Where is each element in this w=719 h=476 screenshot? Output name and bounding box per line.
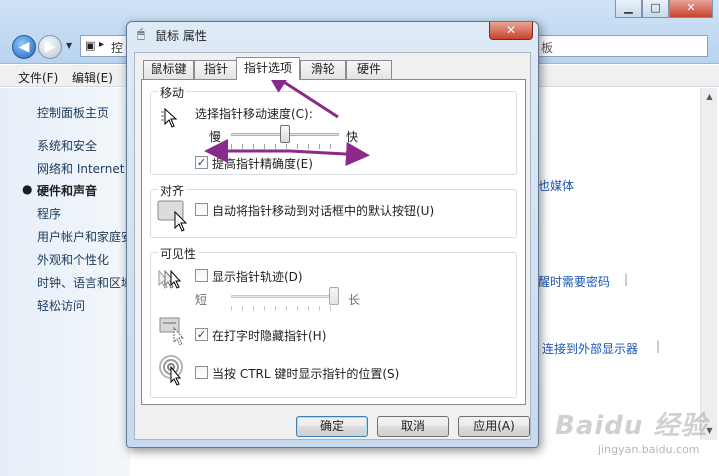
address-text: 控 [111,41,124,55]
pointer-options-panel: 移动 选择指针移动速度(C): 慢 快 ✓ 提高指针精确度(E) 对齐 自动将指… [141,79,526,405]
minimize-button[interactable]: ▁ [615,0,642,18]
search-input[interactable]: 板 [538,35,708,57]
speed-slider-thumb[interactable] [280,125,290,143]
speed-slow-label: 慢 [209,130,222,144]
tab-buttons[interactable]: 鼠标键 [143,60,194,79]
right-link-external-display[interactable]: 连接到外部显示器 [542,340,638,357]
menu-edit[interactable]: 编辑(E) [72,69,113,86]
mouse-icon: 🖱 [137,27,145,42]
dialog-body: 鼠标键 指针 指针选项 滑轮 硬件 移动 选择指针移动速度(C): 慢 快 ✓ … [134,52,531,440]
motion-group-label: 移动 [158,84,187,101]
snap-to-icon [157,200,188,232]
navigation-pane: 控制面板主页 系统和安全 网络和 Internet ● 硬件和声音 程序 用户帐… [0,88,133,476]
vertical-scrollbar[interactable]: ▲ ▼ [700,88,717,440]
pointer-trails-icon [158,269,182,289]
computer-icon: ▣ [85,39,96,52]
check-mark-icon: ✓ [196,156,207,169]
trail-slider-track[interactable] [231,295,339,298]
mouse-properties-dialog: 🖱 鼠标 属性 ✕ 鼠标键 指针 指针选项 滑轮 硬件 移动 选择指针移动速度(… [126,21,539,448]
breadcrumb-separator-icon: ▸ [99,39,105,50]
menu-file[interactable]: 文件(F) [18,69,58,86]
pointer-trails-checkbox[interactable] [195,269,208,282]
speed-label: 选择指针移动速度(C): [195,107,313,121]
speed-slider-ticks [231,144,341,149]
close-button[interactable]: ✕ [669,0,713,18]
arrow-left-icon: ◀ [18,39,30,55]
dialog-title: 鼠标 属性 [155,29,207,43]
trail-long-label: 长 [348,293,361,307]
hide-while-typing-label: 在打字时隐藏指针(H) [212,329,327,343]
nav-hardware-sound[interactable]: 硬件和声音 [37,182,97,199]
snap-to-group: 对齐 自动将指针移动到对话框中的默认按钮(U) [150,182,517,238]
nav-network-internet[interactable]: 网络和 Internet [37,160,124,177]
tab-pointers[interactable]: 指针 [194,60,238,79]
enhance-precision-checkbox[interactable]: ✓ [195,156,208,169]
trail-slider-ticks [231,306,341,311]
nav-appearance[interactable]: 外观和个性化 [37,251,109,268]
control-panel-home-link[interactable]: 控制面板主页 [37,104,109,121]
enhance-precision-label: 提高指针精确度(E) [212,157,313,171]
nav-system-security[interactable]: 系统和安全 [37,137,97,154]
nav-user-accounts[interactable]: 用户帐户和家庭安 [37,228,133,245]
apply-button[interactable]: 应用(A) [458,416,530,437]
link-separator: | [656,339,661,353]
hide-pointer-icon [159,317,185,345]
pointer-speed-icon [161,107,178,128]
snap-to-checkbox[interactable] [195,203,208,216]
dialog-close-button[interactable]: ✕ [489,22,533,40]
address-bar[interactable]: ▣ ▸ 控 [80,35,128,57]
motion-group: 移动 选择指针移动速度(C): 慢 快 ✓ 提高指针精确度(E) [150,84,517,175]
back-button[interactable]: ◀ [12,35,36,59]
visibility-group: 可见性 显示指针轨迹(D) 短 长 ✓ 在打字时隐藏指针(H) 当按 CTRL … [150,245,517,398]
tab-pointer-options[interactable]: 指针选项 [236,57,300,80]
scroll-up-icon[interactable]: ▲ [703,90,716,104]
forward-button[interactable]: ▶ [38,35,62,59]
tab-wheel[interactable]: 滑轮 [300,60,346,79]
check-mark-icon: ✓ [196,328,207,341]
maximize-button[interactable]: □ [642,0,669,18]
active-bullet-icon: ● [22,182,33,196]
watermark-url: jingyan.baidu.com [598,443,700,456]
show-location-checkbox[interactable] [195,366,208,379]
ok-button[interactable]: 确定 [296,416,368,437]
speed-fast-label: 快 [346,130,359,144]
cancel-button[interactable]: 取消 [377,416,449,437]
trail-slider-thumb[interactable] [329,287,339,305]
show-location-icon [159,355,183,386]
show-location-label: 当按 CTRL 键时显示指针的位置(S) [212,367,400,381]
nav-programs[interactable]: 程序 [37,205,61,222]
tab-hardware[interactable]: 硬件 [346,60,392,79]
snap-to-label: 自动将指针移动到对话框中的默认按钮(U) [212,204,435,218]
right-link-password[interactable]: 醒时需要密码 [538,273,610,290]
watermark-logo: Baidu 经验 [555,411,708,441]
history-dropdown-icon[interactable]: ▼ [66,41,72,50]
search-text: 板 [541,41,554,55]
hide-while-typing-checkbox[interactable]: ✓ [195,328,208,341]
nav-clock-language[interactable]: 时钟、语言和区域 [37,274,133,291]
visibility-group-label: 可见性 [158,245,199,262]
arrow-right-icon: ▶ [44,39,56,55]
nav-ease-of-access[interactable]: 轻松访问 [37,297,85,314]
link-separator: | [624,272,629,286]
window-caption-buttons: ▁ □ ✕ [615,0,713,18]
snap-to-group-label: 对齐 [158,182,187,199]
trail-short-label: 短 [195,293,208,307]
pointer-trails-label: 显示指针轨迹(D) [212,270,303,284]
right-link-media[interactable]: 也媒体 [538,177,574,194]
